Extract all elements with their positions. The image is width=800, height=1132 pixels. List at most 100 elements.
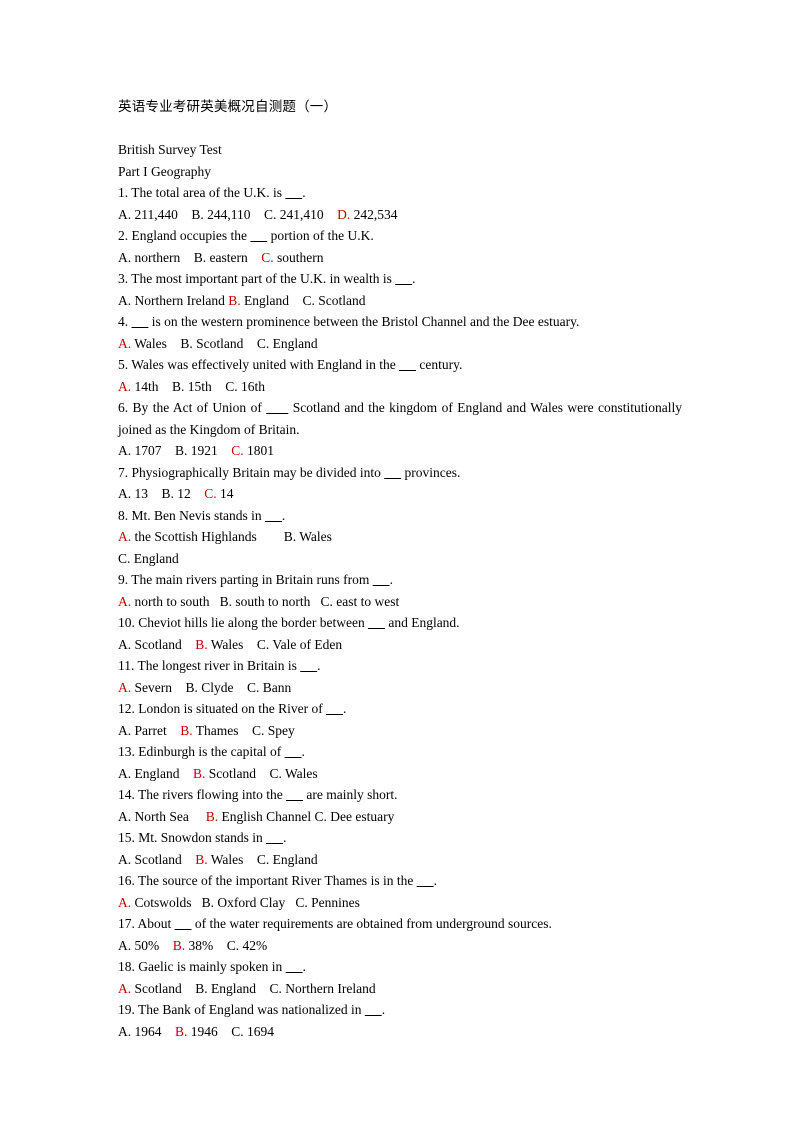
question-11-blank (300, 658, 317, 673)
question-text: 11. The longest river in Britain is . (118, 658, 321, 673)
correct-answer-label: A. (118, 593, 132, 609)
question-block: 11. The longest river in Britain is . A. … (118, 655, 682, 698)
option-row[interactable]: A. North Sea B. English Channel C. Dee e… (118, 806, 682, 828)
option-row[interactable]: A. Scotland B. England C. Northern Irela… (118, 978, 682, 1000)
correct-answer-label: C. (231, 443, 244, 458)
question-4-blank (132, 314, 149, 329)
question-text: 17. About of the water requirements are … (118, 916, 552, 931)
option-row[interactable]: A. Parret B. Thames C. Spey (118, 720, 682, 742)
question-block: 2. England occupies the portion of the U… (118, 225, 682, 268)
test-name-heading: British Survey Test (118, 142, 222, 157)
question-block: 3. The most important part of the U.K. i… (118, 268, 682, 311)
question-block: 4. is on the western prominence between … (118, 311, 682, 354)
question-text: 19. The Bank of England was nationalized… (118, 1002, 386, 1017)
question-1-blank (285, 185, 302, 200)
option-row[interactable]: A. Northern Ireland B. England C. Scotla… (118, 290, 682, 312)
correct-answer-label: B. (172, 937, 186, 953)
question-text: 10. Cheviot hills lie along the border b… (118, 615, 460, 630)
question-block: 16. The source of the important River Th… (118, 870, 682, 913)
correct-answer-label: B. (195, 636, 208, 652)
question-block: 15. Mt. Snowdon stands in . A. Scotland B… (118, 827, 682, 870)
correct-answer-label: C. (261, 249, 274, 265)
correct-answer-label: B. (205, 808, 219, 824)
question-block: 5. Wales was effectively united with Eng… (118, 354, 682, 397)
document-body: 英语专业考研英美概况自测题（一） British Survey Test Par… (118, 96, 682, 1042)
question-14-blank (286, 787, 303, 802)
correct-answer-label: B. (228, 292, 241, 308)
question-7-blank (384, 465, 401, 480)
question-text: 8. Mt. Ben Nevis stands in . (118, 507, 286, 523)
option-row[interactable]: A. 211,440 B. 244,110 C. 241,410 D. 242,… (118, 204, 682, 226)
question-5-blank (399, 357, 416, 372)
question-17-blank (175, 916, 192, 931)
question-text: 14. The rivers flowing into the are main… (118, 787, 398, 802)
correct-answer-label: B. (195, 851, 208, 867)
question-block: 6. By the Act of Union of Scotland and t… (118, 397, 682, 462)
option-row[interactable]: A. Wales B. Scotland C. England (118, 333, 682, 355)
correct-answer-label: A. (118, 980, 132, 996)
option-row[interactable]: A. 14th B. 15th C. 16th (118, 376, 682, 398)
question-block: 17. About of the water requirements are … (118, 913, 682, 956)
question-block: 14. The rivers flowing into the are main… (118, 784, 682, 827)
question-8-blank (265, 508, 282, 523)
question-6-blank (266, 400, 288, 415)
question-18-blank (286, 959, 303, 974)
document-page: 英语专业考研英美概况自测题（一） British Survey Test Par… (0, 0, 800, 1132)
question-text: 15. Mt. Snowdon stands in . (118, 830, 287, 845)
question-text: 5. Wales was effectively united with Eng… (118, 357, 463, 372)
question-text: 1. The total area of the U.K. is . (118, 185, 306, 200)
question-9-blank (373, 572, 390, 587)
page-title: 英语专业考研英美概况自测题（一） (118, 99, 338, 114)
section-heading: Part I Geography (118, 163, 211, 179)
question-text: 16. The source of the important River Th… (118, 873, 437, 888)
correct-answer-label: B. (175, 1023, 188, 1039)
option-row[interactable]: A. 1964 B. 1946 C. 1694 (118, 1021, 682, 1043)
question-3-blank (395, 271, 412, 286)
question-block: 8. Mt. Ben Nevis stands in . A. the Scott… (118, 505, 682, 570)
question-12-blank (326, 701, 343, 716)
question-text: 2. England occupies the portion of the U… (118, 228, 374, 243)
question-19-blank (365, 1002, 382, 1017)
option-row[interactable]: A. 50% B. 38% C. 42% (118, 935, 682, 957)
correct-answer-label: B. (193, 765, 206, 781)
correct-answer-label: C. (204, 486, 217, 501)
question-16-blank (417, 873, 434, 888)
question-text: 6. By the Act of Union of Scotland and t… (118, 400, 682, 437)
question-text: 13. Edinburgh is the capital of . (118, 744, 305, 759)
question-15-blank (266, 830, 283, 845)
correct-answer-label: A. (118, 378, 132, 394)
option-row[interactable]: A. north to south B. south to north C. e… (118, 591, 682, 613)
question-text: 12. London is situated on the River of . (118, 701, 347, 716)
correct-answer-label: A. (118, 679, 132, 695)
option-row[interactable]: A. 13 B. 12 C. 14 (118, 483, 682, 505)
option-row[interactable]: A. Scotland B. Wales C. Vale of Eden (118, 634, 682, 656)
question-text: 3. The most important part of the U.K. i… (118, 271, 416, 286)
correct-answer-label: A. (118, 335, 132, 351)
question-text: 4. is on the western prominence between … (118, 314, 580, 329)
question-block: 10. Cheviot hills lie along the border b… (118, 612, 682, 655)
correct-answer-label: D. (337, 206, 351, 222)
option-row[interactable]: A. the Scottish Highlands B. Wales C. En… (118, 526, 682, 569)
question-text: 18. Gaelic is mainly spoken in . (118, 959, 306, 974)
question-block: 18. Gaelic is mainly spoken in . A. Scotl… (118, 956, 682, 999)
question-block: 13. Edinburgh is the capital of . A. Engl… (118, 741, 682, 784)
option-row[interactable]: A. 1707 B. 1921 C. 1801 (118, 440, 682, 462)
option-row[interactable]: A. Cotswolds B. Oxford Clay C. Pennines (118, 892, 682, 914)
option-row[interactable]: A. Scotland B. Wales C. England (118, 849, 682, 871)
option-row[interactable]: A. Severn B. Clyde C. Bann (118, 677, 682, 699)
correct-answer-label: A. (118, 894, 132, 910)
question-text: 7. Physiographically Britain may be divi… (118, 464, 461, 480)
correct-answer-label: A. (118, 529, 132, 544)
option-row[interactable]: A. England B. Scotland C. Wales (118, 763, 682, 785)
question-text: 9. The main rivers parting in Britain ru… (118, 572, 393, 587)
question-block: 12. London is situated on the River of .… (118, 698, 682, 741)
question-10-blank (368, 615, 385, 630)
option-row[interactable]: A. northern B. eastern C. southern (118, 247, 682, 269)
question-block: 7. Physiographically Britain may be divi… (118, 462, 682, 505)
question-2-blank (250, 228, 267, 243)
question-block: 19. The Bank of England was nationalized… (118, 999, 682, 1042)
question-block: 1. The total area of the U.K. is . A. 211… (118, 182, 682, 225)
question-13-blank (285, 744, 302, 759)
question-block: 9. The main rivers parting in Britain ru… (118, 569, 682, 612)
correct-answer-label: B. (180, 722, 193, 738)
